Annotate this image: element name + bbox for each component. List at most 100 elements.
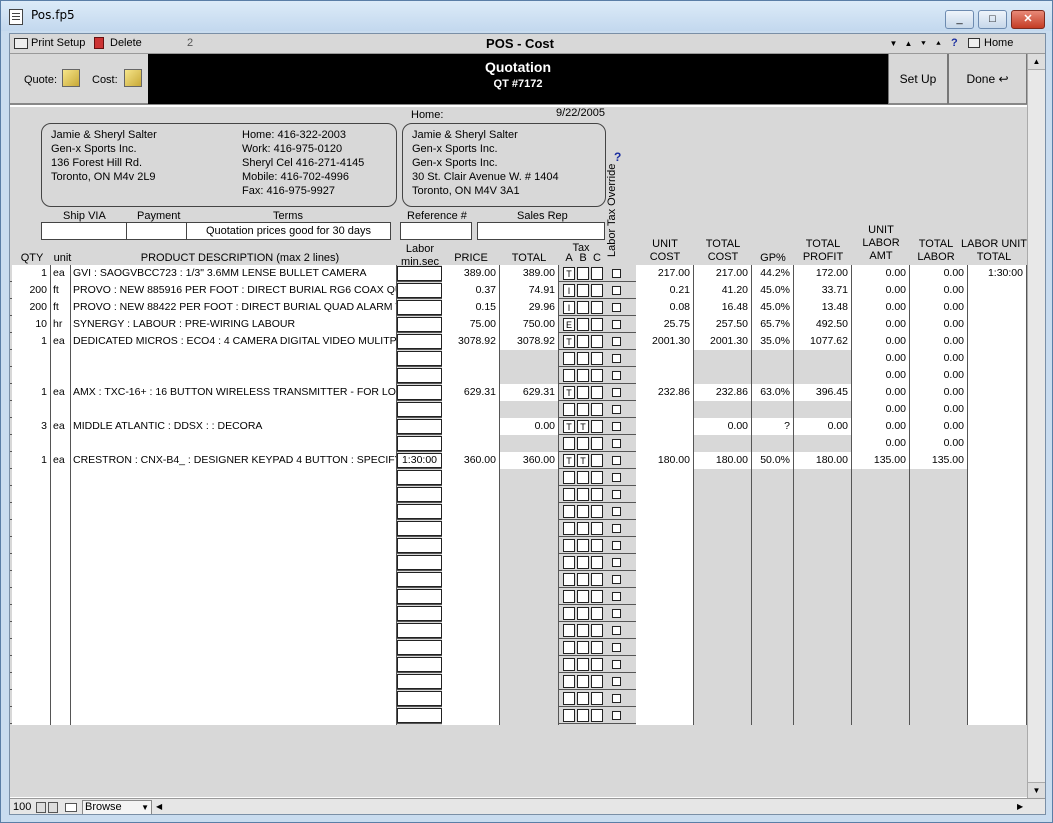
cell-desc[interactable]: PROVO : NEW 885916 PER FOOT : DIRECT BUR… bbox=[71, 282, 397, 299]
cell-ulabor[interactable] bbox=[852, 656, 910, 673]
cell-total[interactable]: 750.00 bbox=[500, 316, 559, 333]
tax-a-box[interactable]: E bbox=[563, 318, 575, 331]
cell-ulabor[interactable]: 0.00 bbox=[852, 265, 910, 282]
tax-c-box[interactable] bbox=[591, 352, 603, 365]
cell-gp[interactable] bbox=[752, 673, 794, 690]
cell-profit[interactable] bbox=[794, 639, 852, 656]
status-area-icon[interactable] bbox=[65, 803, 77, 812]
tax-b-box[interactable] bbox=[577, 284, 589, 297]
cell-labor[interactable] bbox=[397, 419, 442, 434]
cell-desc[interactable]: AMX : TXC-16+ : 16 BUTTON WIRELESS TRANS… bbox=[71, 384, 397, 401]
cell-tcost[interactable] bbox=[694, 656, 752, 673]
cell-lut[interactable] bbox=[968, 707, 1027, 724]
tax-b-box[interactable] bbox=[577, 352, 589, 365]
tax-a-box[interactable] bbox=[563, 641, 575, 654]
cell-qty[interactable] bbox=[12, 520, 51, 537]
tax-c-box[interactable] bbox=[591, 505, 603, 518]
cell-qty[interactable] bbox=[12, 537, 51, 554]
tax-a-box[interactable] bbox=[563, 590, 575, 603]
cell-qty[interactable] bbox=[12, 656, 51, 673]
cell-labor[interactable] bbox=[397, 300, 442, 315]
cell-price[interactable] bbox=[442, 503, 500, 520]
cell-total[interactable] bbox=[500, 503, 559, 520]
tax-a-box[interactable] bbox=[563, 352, 575, 365]
cell-unit[interactable] bbox=[51, 503, 71, 520]
tax-c-box[interactable] bbox=[591, 369, 603, 382]
cell-total[interactable] bbox=[500, 571, 559, 588]
cell-tlabor[interactable]: 0.00 bbox=[910, 384, 968, 401]
cell-lut[interactable] bbox=[968, 469, 1027, 486]
cell-ulabor[interactable] bbox=[852, 486, 910, 503]
tax-a-box[interactable] bbox=[563, 403, 575, 416]
cell-price[interactable]: 75.00 bbox=[442, 316, 500, 333]
tax-b-box[interactable] bbox=[577, 488, 589, 501]
tax-c-box[interactable] bbox=[591, 301, 603, 314]
quote-print-icon[interactable] bbox=[62, 69, 80, 87]
tax-b-box[interactable] bbox=[577, 709, 589, 722]
tax-b-box[interactable] bbox=[577, 675, 589, 688]
terms-field[interactable]: Quotation prices good for 30 days bbox=[186, 222, 391, 240]
cell-labor[interactable] bbox=[397, 572, 442, 587]
cell-price[interactable] bbox=[442, 588, 500, 605]
tax-b-box[interactable]: T bbox=[577, 420, 589, 433]
cell-tlabor[interactable] bbox=[910, 588, 968, 605]
cell-qty[interactable] bbox=[12, 724, 51, 725]
cell-qty[interactable] bbox=[12, 571, 51, 588]
cell-ulabor[interactable] bbox=[852, 537, 910, 554]
tax-c-box[interactable] bbox=[591, 624, 603, 637]
cell-profit[interactable] bbox=[794, 367, 852, 384]
cell-labor[interactable] bbox=[397, 657, 442, 672]
tax-a-box[interactable] bbox=[563, 624, 575, 637]
cell-tlabor[interactable]: 0.00 bbox=[910, 316, 968, 333]
cell-lut[interactable] bbox=[968, 367, 1027, 384]
cell-qty[interactable] bbox=[12, 486, 51, 503]
cell-qty[interactable]: 1 bbox=[12, 384, 51, 401]
cell-tcost[interactable] bbox=[694, 724, 752, 725]
cell-tcost[interactable] bbox=[694, 537, 752, 554]
cell-ucost[interactable]: 0.08 bbox=[636, 299, 694, 316]
tax-b-box[interactable] bbox=[577, 522, 589, 535]
cell-tlabor[interactable] bbox=[910, 622, 968, 639]
title-bar[interactable]: Pos.fp5 _ □ ✕ bbox=[1, 1, 1052, 31]
tax-c-box[interactable] bbox=[591, 284, 603, 297]
ship-via-field[interactable] bbox=[41, 222, 127, 240]
setup-button[interactable]: Set Up bbox=[888, 54, 948, 104]
tax-c-box[interactable] bbox=[591, 437, 603, 450]
cell-price[interactable] bbox=[442, 554, 500, 571]
tax-c-box[interactable] bbox=[591, 267, 603, 280]
tax-c-box[interactable] bbox=[591, 318, 603, 331]
tax-b-box[interactable] bbox=[577, 403, 589, 416]
cell-labor[interactable] bbox=[397, 691, 442, 706]
cell-tcost[interactable] bbox=[694, 503, 752, 520]
cell-tlabor[interactable]: 0.00 bbox=[910, 282, 968, 299]
tax-a-box[interactable]: T bbox=[563, 386, 575, 399]
cell-desc[interactable] bbox=[71, 639, 397, 656]
cell-lut[interactable] bbox=[968, 605, 1027, 622]
cell-total[interactable]: 0.00 bbox=[500, 418, 559, 435]
cell-unit[interactable] bbox=[51, 724, 71, 725]
cell-gp[interactable] bbox=[752, 350, 794, 367]
cell-gp[interactable] bbox=[752, 520, 794, 537]
cell-tlabor[interactable]: 0.00 bbox=[910, 265, 968, 282]
cell-unit[interactable] bbox=[51, 571, 71, 588]
cell-price[interactable] bbox=[442, 622, 500, 639]
cell-desc[interactable] bbox=[71, 401, 397, 418]
tax-c-box[interactable] bbox=[591, 709, 603, 722]
cell-ulabor[interactable] bbox=[852, 690, 910, 707]
cell-tlabor[interactable] bbox=[910, 605, 968, 622]
cell-tcost[interactable]: 0.00 bbox=[694, 418, 752, 435]
cell-tcost[interactable] bbox=[694, 350, 752, 367]
cell-qty[interactable]: 10 bbox=[12, 316, 51, 333]
labor-tax-override-checkbox[interactable] bbox=[612, 269, 621, 278]
cell-profit[interactable]: 172.00 bbox=[794, 265, 852, 282]
tax-a-box[interactable] bbox=[563, 437, 575, 450]
cell-tcost[interactable] bbox=[694, 605, 752, 622]
cell-lut[interactable] bbox=[968, 554, 1027, 571]
cell-labor[interactable] bbox=[397, 402, 442, 417]
labor-tax-override-checkbox[interactable] bbox=[612, 388, 621, 397]
cell-tcost[interactable] bbox=[694, 588, 752, 605]
tax-c-box[interactable] bbox=[591, 692, 603, 705]
cell-desc[interactable]: SYNERGY : LABOUR : PRE-WIRING LABOUR bbox=[71, 316, 397, 333]
cell-gp[interactable] bbox=[752, 571, 794, 588]
tax-c-box[interactable] bbox=[591, 641, 603, 654]
